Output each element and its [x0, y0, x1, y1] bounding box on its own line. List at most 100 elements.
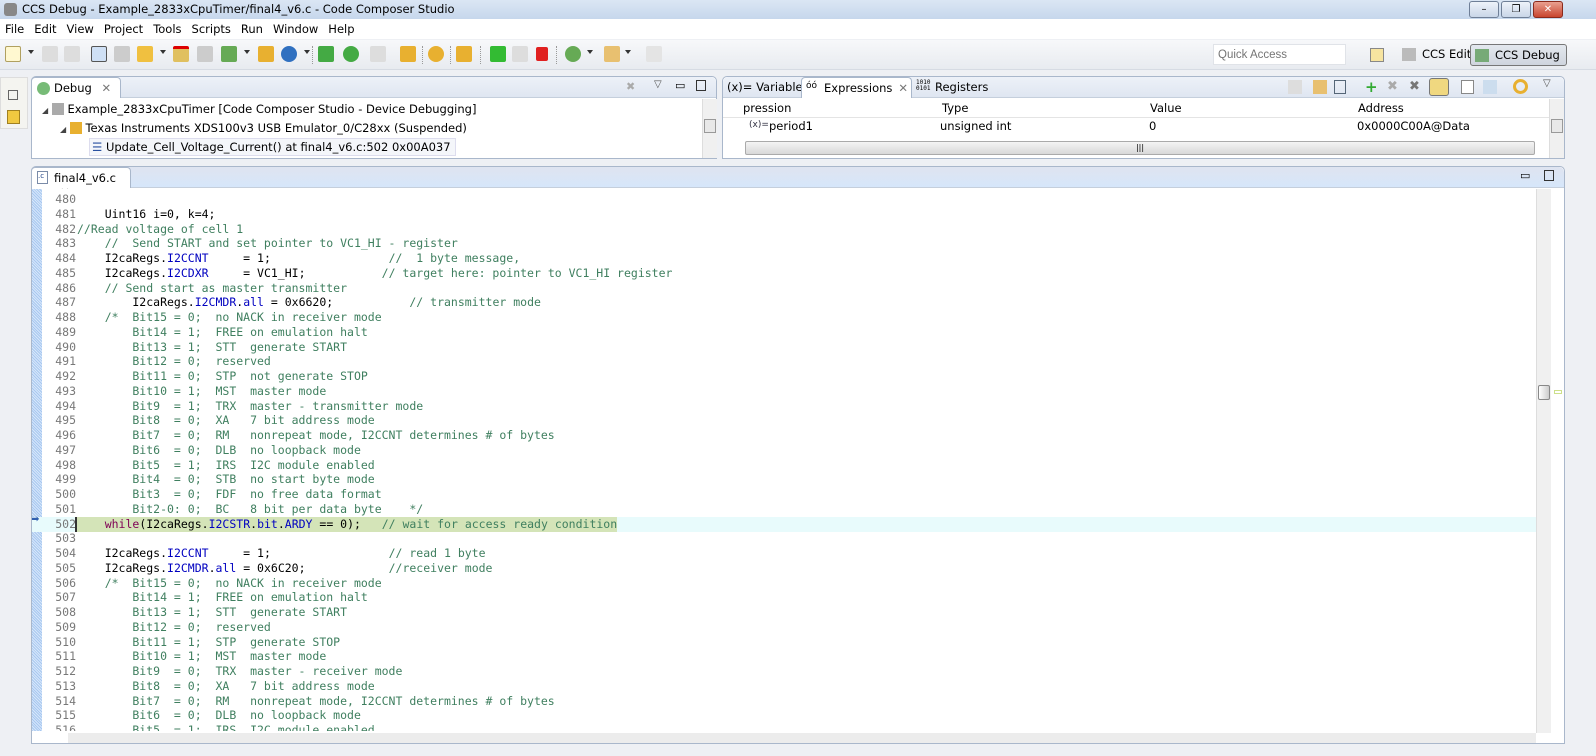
code-line[interactable]: 513 Bit8 = 0; XA 7 bit address mode	[32, 679, 1536, 694]
code-line[interactable]: 501 Bit2-0: 0; BC 8 bit per data byte */	[32, 502, 1536, 517]
tab-final4-v6-c[interactable]: .c final4_v6.c ✕	[31, 167, 131, 199]
code-line[interactable]: 499 Bit4 = 0; STB no start byte mode	[32, 472, 1536, 487]
project-explorer-icon[interactable]	[7, 110, 20, 124]
maximize-view-icon[interactable]	[696, 80, 706, 91]
line-number[interactable]: 480	[46, 192, 76, 207]
code-editor[interactable]: ➡ 480 481 Uint16 i=0, k=4; 482//Read volta…	[32, 189, 1536, 731]
code-line[interactable]: 512 Bit9 = 0; TRX master - receiver mode	[32, 664, 1536, 679]
code-line[interactable]: 489 Bit14 = 1; FREE on emulation halt	[32, 325, 1536, 340]
tree-item-project[interactable]: ◢ Example_2833xCpuTimer [Code Composer S…	[42, 102, 476, 116]
suspend-icon[interactable]	[512, 46, 528, 62]
code-line[interactable]: 498 Bit5 = 1; IRS I2C module enabled	[32, 458, 1536, 473]
close-tab-icon[interactable]: ✕	[101, 81, 111, 95]
tab-debug[interactable]: Debug ✕	[31, 77, 121, 98]
code-line[interactable]: 507 Bit14 = 1; FREE on emulation halt	[32, 590, 1536, 605]
open-perspective-icon[interactable]	[1370, 48, 1384, 62]
minimize-button[interactable]: –	[1469, 1, 1499, 18]
line-number[interactable]: 512	[46, 664, 76, 679]
code-line[interactable]: 495 Bit8 = 0; XA 7 bit address mode	[32, 413, 1536, 428]
save-all-icon[interactable]	[64, 46, 80, 62]
menu-scripts[interactable]: Scripts	[187, 19, 236, 36]
code-line[interactable]: 488 /* Bit15 = 0; no NACK in receiver mo…	[32, 310, 1536, 325]
line-number[interactable]: 502	[46, 517, 76, 532]
menu-project[interactable]: Project	[99, 19, 148, 36]
line-number[interactable]: 508	[46, 605, 76, 620]
perspective-ccs-debug[interactable]: CCS Debug	[1470, 44, 1567, 66]
line-number[interactable]: 482	[46, 222, 76, 237]
line-number[interactable]: 481	[46, 207, 76, 222]
column-header-type[interactable]: Type	[942, 101, 968, 115]
remove-all-expressions-icon[interactable]: ✖	[1409, 79, 1420, 94]
code-line[interactable]: 509 Bit12 = 0; reserved	[32, 620, 1536, 635]
menu-help[interactable]: Help	[323, 19, 359, 36]
reset-icon[interactable]	[258, 46, 274, 62]
code-line[interactable]: 482//Read voltage of cell 1	[32, 222, 1536, 237]
code-line[interactable]: 493 Bit10 = 1; MST master mode	[32, 384, 1536, 399]
select-all-icon[interactable]	[1334, 80, 1346, 94]
assembly-step-over-icon[interactable]	[343, 46, 359, 62]
code-line[interactable]: 508 Bit13 = 1; STT generate START	[32, 605, 1536, 620]
new-icon[interactable]	[5, 46, 21, 62]
refresh-icon[interactable]	[1513, 79, 1528, 94]
horizontal-scrollbar[interactable]: |||	[745, 141, 1535, 155]
code-line[interactable]: 491 Bit12 = 0; reserved	[32, 354, 1536, 369]
line-number[interactable]: 504	[46, 546, 76, 561]
quick-access-input[interactable]	[1213, 44, 1346, 65]
line-number[interactable]: 492	[46, 369, 76, 384]
line-number[interactable]: 499	[46, 472, 76, 487]
code-line-current[interactable]: 502 while(I2caRegs.I2CSTR.bit.ARDY == 0)…	[32, 516, 1536, 532]
scrollbar-thumb[interactable]	[1538, 385, 1550, 400]
line-number[interactable]: 506	[46, 576, 76, 591]
view-menu-icon[interactable]: ▽	[1543, 78, 1551, 89]
continuous-refresh-icon[interactable]	[1429, 78, 1449, 96]
connect-icon[interactable]	[114, 46, 130, 62]
resume-icon[interactable]	[490, 46, 506, 62]
target-icon[interactable]	[221, 46, 237, 62]
line-number[interactable]: 498	[46, 458, 76, 473]
code-line[interactable]: 510 Bit11 = 1; STP generate STOP	[32, 635, 1536, 650]
code-line[interactable]: 480	[32, 192, 1536, 207]
column-header-address[interactable]: Address	[1358, 101, 1404, 115]
debug-icon[interactable]	[565, 46, 581, 62]
restart-icon[interactable]	[281, 46, 297, 62]
close-button[interactable]: ✕	[1533, 1, 1563, 18]
line-number[interactable]: 494	[46, 399, 76, 414]
perspective-ccs-edit[interactable]: CCS Edit	[1398, 44, 1477, 66]
minimize-view-icon[interactable]: ▭	[675, 79, 685, 92]
line-number[interactable]: 516	[46, 723, 76, 731]
line-number[interactable]: 505	[46, 561, 76, 576]
line-number[interactable]: 485	[46, 266, 76, 281]
menu-edit[interactable]: Edit	[29, 19, 61, 36]
code-line[interactable]: 514 Bit7 = 0; RM nonrepeat mode, I2CCNT …	[32, 694, 1536, 709]
code-line[interactable]: 505 I2caRegs.I2CMDR.all = 0x6C20; //rece…	[32, 561, 1536, 576]
edit-watch-icon[interactable]	[1483, 80, 1497, 94]
line-number[interactable]: 484	[46, 251, 76, 266]
editor-horizontal-scrollbar[interactable]	[68, 733, 1536, 743]
external-tool-icon[interactable]	[646, 46, 662, 62]
code-line[interactable]: 486 // Send start as master transmitter	[32, 281, 1536, 296]
remove-terminated-icon[interactable]: ✖	[626, 80, 635, 93]
line-number[interactable]: 491	[46, 354, 76, 369]
code-line[interactable]: 492 Bit11 = 0; STP not generate STOP	[32, 369, 1536, 384]
close-tab-icon[interactable]: ✕	[898, 81, 908, 95]
code-line[interactable]: 511 Bit10 = 1; MST master mode	[32, 649, 1536, 664]
code-line[interactable]: 515 Bit6 = 0; DLB no loopback mode	[32, 708, 1536, 723]
tree-item-stack-frame[interactable]: ☰ Update_Cell_Voltage_Current() at final…	[89, 138, 456, 156]
menu-view[interactable]: View	[62, 19, 99, 36]
code-line[interactable]: 497 Bit6 = 0; DLB no loopback mode	[32, 443, 1536, 458]
line-number[interactable]: 488	[46, 310, 76, 325]
line-number[interactable]: 515	[46, 708, 76, 723]
code-line[interactable]: 496 Bit7 = 0; RM nonrepeat mode, I2CCNT …	[32, 428, 1536, 443]
step-return-icon[interactable]	[370, 46, 386, 62]
code-line[interactable]: 490 Bit13 = 1; STT generate START	[32, 340, 1536, 355]
expressions-scrollbar[interactable]	[1549, 99, 1564, 158]
show-type-names-icon[interactable]	[1288, 80, 1302, 94]
expression-value[interactable]: 0	[1149, 119, 1156, 133]
line-number[interactable]: 493	[46, 384, 76, 399]
code-line[interactable]: 487 I2caRegs.I2CMDR.all = 0x6620; // tra…	[32, 295, 1536, 310]
tree-item-emulator[interactable]: ◢ Texas Instruments XDS100v3 USB Emulato…	[60, 121, 467, 135]
menu-run[interactable]: Run	[236, 19, 268, 36]
line-number[interactable]: 513	[46, 679, 76, 694]
line-number[interactable]: 496	[46, 428, 76, 443]
debug-view-scrollbar[interactable]	[702, 99, 717, 158]
